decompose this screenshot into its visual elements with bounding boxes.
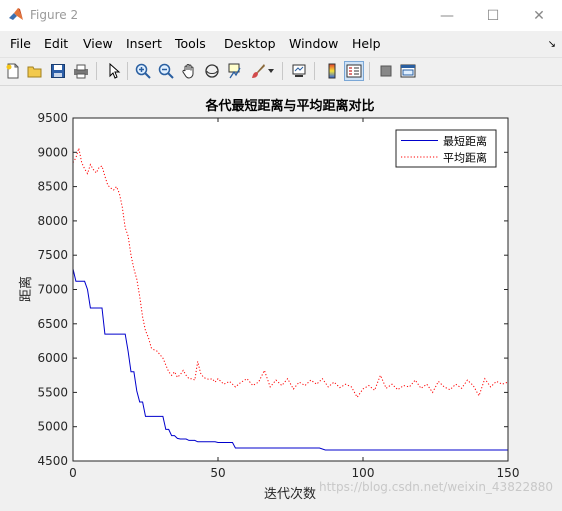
brush-dropdown-icon[interactable] xyxy=(266,61,276,81)
toolbar-separator xyxy=(282,62,283,80)
axes-background xyxy=(73,118,508,461)
y-tick-label: 9500 xyxy=(37,111,68,125)
menu-insert[interactable]: Insert xyxy=(126,36,162,51)
legend-label-avg: 平均距离 xyxy=(443,151,487,165)
print-icon[interactable] xyxy=(71,61,91,81)
legend-icon[interactable] xyxy=(344,61,364,81)
x-tick-label: 100 xyxy=(352,466,375,480)
show-plot-tools-icon[interactable] xyxy=(398,61,418,81)
y-axis-label: 距离 xyxy=(18,276,34,302)
chart-title: 各代最短距离与平均距离对比 xyxy=(204,98,374,114)
menu-file[interactable]: File xyxy=(10,36,31,51)
zoom-out-icon[interactable] xyxy=(156,61,176,81)
figure-canvas: 各代最短距离与平均距离对比 0 50 100 150 4500 5000 5500 6000 6… xyxy=(0,86,562,507)
pan-hand-icon[interactable] xyxy=(179,61,199,81)
toolbar-separator xyxy=(369,62,370,80)
y-tick-label: 4500 xyxy=(37,454,68,468)
x-axis-label: 迭代次数 xyxy=(264,486,316,502)
open-file-icon[interactable] xyxy=(25,61,45,81)
y-tick-label: 9000 xyxy=(37,145,68,159)
colorbar-icon[interactable] xyxy=(322,61,342,81)
menu-bar: File Edit View Insert Tools Desktop Wind… xyxy=(0,31,562,57)
toolbar-separator xyxy=(127,62,128,80)
rotate-3d-icon[interactable] xyxy=(202,61,222,81)
y-tick-label: 8500 xyxy=(37,180,68,194)
chart-svg[interactable]: 各代最短距离与平均距离对比 0 50 100 150 4500 5000 5500 6000 6… xyxy=(0,86,562,507)
window-titlebar: Figure 2 — ☐ ✕ xyxy=(0,0,562,31)
x-tick-label: 0 xyxy=(69,466,77,480)
toolbar-separator xyxy=(314,62,315,80)
y-tick-label: 5500 xyxy=(37,385,68,399)
close-button[interactable]: ✕ xyxy=(516,0,562,31)
brush-icon[interactable] xyxy=(248,61,268,81)
x-tick-label: 150 xyxy=(497,466,520,480)
window-title: Figure 2 xyxy=(30,8,79,22)
menu-tools[interactable]: Tools xyxy=(175,36,206,51)
edit-plot-arrow-icon[interactable] xyxy=(104,61,124,81)
data-cursor-icon[interactable] xyxy=(225,61,245,81)
save-icon[interactable] xyxy=(48,61,68,81)
menu-desktop[interactable]: Desktop xyxy=(224,36,276,51)
toolbar-separator xyxy=(96,62,97,80)
legend[interactable]: 最短距离 平均距离 xyxy=(395,129,497,168)
menu-help[interactable]: Help xyxy=(352,36,381,51)
y-tick-label: 6000 xyxy=(37,351,68,365)
x-tick-label: 50 xyxy=(210,466,225,480)
y-tick-label: 8000 xyxy=(37,214,68,228)
maximize-button[interactable]: ☐ xyxy=(470,0,516,31)
y-tick-label: 5000 xyxy=(37,420,68,434)
minimize-button[interactable]: — xyxy=(424,0,470,31)
menu-edit[interactable]: Edit xyxy=(44,36,68,51)
menu-window[interactable]: Window xyxy=(289,36,338,51)
legend-label-min: 最短距离 xyxy=(443,134,487,148)
y-tick-label: 7000 xyxy=(37,283,68,297)
hide-plot-tools-icon[interactable] xyxy=(376,61,396,81)
link-plot-icon[interactable] xyxy=(289,61,309,81)
y-tick-label: 6500 xyxy=(37,317,68,331)
y-tick-label: 7500 xyxy=(37,248,68,262)
new-figure-icon[interactable] xyxy=(3,61,23,81)
figure-toolbar xyxy=(0,57,562,86)
menu-view[interactable]: View xyxy=(83,36,113,51)
zoom-in-icon[interactable] xyxy=(133,61,153,81)
watermark: https://blog.csdn.net/weixin_43822880 xyxy=(319,480,553,494)
menu-dock-arrow-icon[interactable]: ↘ xyxy=(548,39,556,50)
matlab-app-icon xyxy=(9,8,23,20)
